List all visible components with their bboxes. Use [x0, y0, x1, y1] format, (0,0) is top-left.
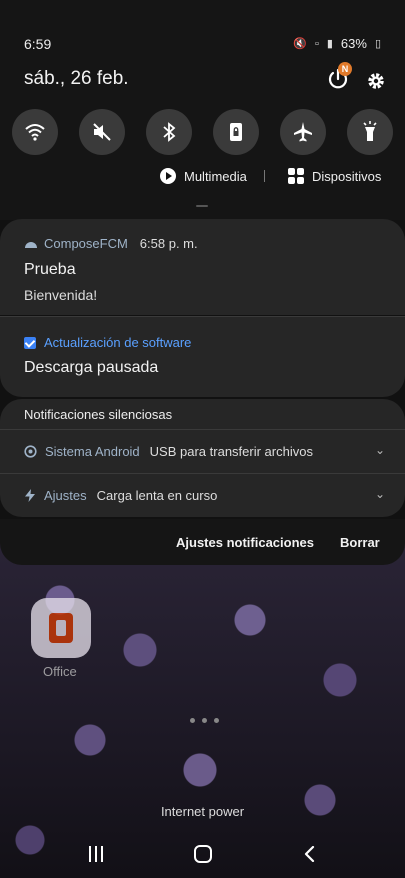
recents-button[interactable] [89, 846, 107, 862]
clear-button[interactable]: Borrar [340, 535, 380, 550]
notification-source: Ajustes [44, 487, 87, 503]
chevron-down-icon[interactable]: ⌄ [375, 487, 385, 501]
divider [0, 473, 405, 474]
page-indicator [190, 718, 219, 723]
notification-header: ComposeFCM 6:58 p. m. [24, 236, 198, 251]
volte-icon: ▫ [314, 37, 319, 50]
panel-drag-handle[interactable] [196, 205, 208, 207]
play-icon [160, 168, 176, 184]
battery-percent: 63% [340, 36, 367, 51]
internet-power-label: Internet power [160, 804, 245, 819]
home-wallpaper [0, 540, 405, 878]
settings-button[interactable] [365, 70, 387, 92]
silent-notification-settings[interactable]: Ajustes Carga lenta en curso ⌄ [24, 485, 385, 505]
devices-grid-icon [288, 168, 304, 184]
notification-header: Actualización de software [24, 335, 191, 350]
notification-title: Descarga pausada [24, 359, 159, 376]
wifi-toggle[interactable] [12, 109, 58, 155]
sound-muted-icon [93, 123, 111, 141]
home-button[interactable] [194, 845, 212, 863]
rotation-lock-toggle[interactable] [213, 109, 259, 155]
signal-icon: ▮ [326, 38, 333, 50]
software-update-icon [24, 336, 36, 349]
rotation-lock-icon [230, 123, 242, 141]
notification-message: USB para transferir archivos [149, 443, 313, 459]
notification-composefcm[interactable]: ComposeFCM 6:58 p. m. Prueba Bienvenida! [0, 219, 405, 315]
notification-message: Carga lenta en curso [96, 487, 218, 503]
devices-label: Dispositivos [312, 168, 382, 184]
notification-source: Sistema Android [45, 443, 140, 459]
airplane-toggle[interactable] [280, 109, 326, 155]
silent-notification-android[interactable]: Sistema Android USB para transferir arch… [24, 441, 385, 461]
notification-settings-button[interactable]: Ajustes notificaciones [176, 535, 314, 550]
airplane-icon [294, 122, 312, 142]
office-logo-icon [49, 613, 73, 643]
notification-software-update[interactable]: Actualización de software Descarga pausa… [0, 317, 405, 397]
media-button[interactable]: Multimedia [160, 168, 247, 184]
battery-icon: ▯ [374, 38, 381, 50]
notification-app-name: Actualización de software [44, 335, 192, 350]
notification-badge: N [338, 62, 352, 76]
quick-toggles [12, 109, 396, 155]
gear-icon [368, 73, 384, 89]
chevron-down-icon[interactable]: ⌄ [375, 443, 385, 457]
notification-app-name: ComposeFCM [44, 236, 128, 251]
mute-status-icon: 🔇 [293, 38, 307, 50]
back-button[interactable] [302, 846, 318, 862]
flashlight-icon [363, 121, 377, 141]
silent-notifications-header: Notificaciones silenciosas [24, 407, 173, 422]
notification-title: Prueba [24, 261, 76, 278]
divider [264, 170, 265, 182]
status-bar: 6:59 🔇 ▫ ▮ 63% ▯ [24, 36, 381, 56]
android-icon [25, 241, 37, 248]
notification-body: Bienvenida! [24, 287, 98, 303]
notification-actions: Ajustes notificaciones Borrar [0, 519, 405, 565]
media-devices-row: Multimedia Dispositivos [0, 168, 405, 190]
notification-time: 6:58 p. m. [139, 236, 198, 251]
devices-button[interactable]: Dispositivos [288, 168, 381, 184]
silent-notifications-group: Notificaciones silenciosas Sistema Andro… [0, 399, 405, 517]
sound-toggle[interactable] [79, 109, 125, 155]
android-system-icon [24, 444, 37, 458]
charging-bolt-icon [25, 488, 35, 502]
status-time: 6:59 [24, 36, 52, 52]
navigation-bar [0, 836, 405, 878]
office-app-label: Office [43, 664, 77, 679]
bluetooth-icon [163, 122, 176, 142]
bluetooth-toggle[interactable] [146, 109, 192, 155]
divider [0, 429, 405, 430]
flashlight-toggle[interactable] [347, 109, 393, 155]
office-app-icon[interactable] [31, 598, 91, 658]
date-label: sáb., 26 feb. [24, 68, 129, 89]
wifi-icon [25, 124, 45, 141]
media-label: Multimedia [184, 168, 247, 184]
